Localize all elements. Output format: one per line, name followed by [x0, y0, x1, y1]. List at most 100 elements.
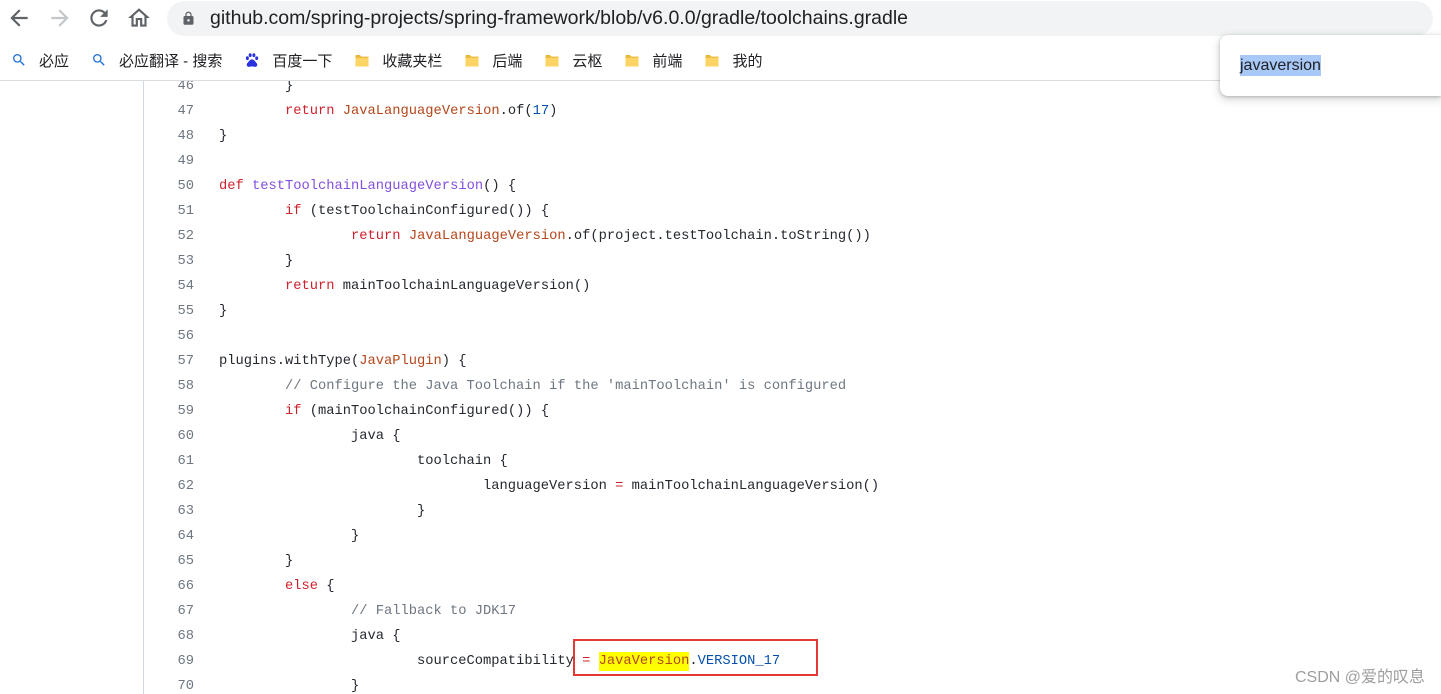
folder-icon [704, 52, 720, 68]
annotation-red-box [573, 639, 818, 676]
code-line: 47 return JavaLanguageVersion.of(17) [0, 99, 1441, 124]
line-code: java { [219, 624, 401, 649]
code-token: (mainToolchainConfigured()) { [301, 404, 550, 419]
reload-icon [86, 5, 112, 31]
code-token: java { [219, 629, 401, 644]
search-icon [91, 52, 107, 68]
folder-icon [624, 52, 640, 68]
code-token: } [219, 529, 360, 544]
back-button[interactable] [5, 4, 33, 32]
code-token: JavaLanguageVersion [342, 104, 500, 119]
bookmark-label: 云枢 [572, 52, 603, 70]
forward-button[interactable] [46, 4, 74, 32]
line-number[interactable]: 53 [143, 249, 194, 274]
code-line: 67 // Fallback to JDK17 [0, 599, 1441, 624]
line-number[interactable]: 66 [143, 574, 194, 599]
line-number[interactable]: 58 [143, 374, 194, 399]
line-number[interactable]: 56 [143, 324, 194, 349]
lock-icon[interactable] [181, 11, 196, 26]
code-token: } [219, 504, 426, 519]
bookmark-label: 百度一下 [272, 52, 333, 70]
code-line: 65 } [0, 549, 1441, 574]
address-bar[interactable]: github.com/spring-projects/spring-framew… [167, 1, 1433, 36]
line-code: return JavaLanguageVersion.of(project.te… [219, 224, 871, 249]
bookmark-item[interactable]: 后端 [464, 46, 522, 74]
line-code: toolchain { [219, 449, 508, 474]
code-token: } [219, 554, 294, 569]
code-token: } [219, 81, 294, 94]
folder-icon [464, 52, 480, 68]
line-number[interactable]: 47 [143, 99, 194, 124]
code-token: sourceCompatibility [219, 654, 583, 669]
code-line: 57 plugins.withType(JavaPlugin) { [0, 349, 1441, 374]
bookmark-label: 收藏夹栏 [382, 52, 443, 70]
line-code: } [219, 549, 293, 574]
code-line: 54 return mainToolchainLanguageVersion() [0, 274, 1441, 299]
line-code: } [219, 524, 359, 549]
folder-icon [354, 52, 370, 68]
line-code: // Fallback to JDK17 [219, 599, 516, 624]
code-line: 48} [0, 124, 1441, 149]
line-code: if (testToolchainConfigured()) { [219, 199, 549, 224]
line-number[interactable]: 59 [143, 399, 194, 424]
reload-button[interactable] [85, 4, 113, 32]
url-text[interactable]: github.com/spring-projects/spring-framew… [210, 1, 908, 36]
line-number[interactable]: 64 [143, 524, 194, 549]
line-code: } [219, 499, 425, 524]
line-number[interactable]: 61 [143, 449, 194, 474]
line-code: } [219, 299, 227, 324]
bookmark-item[interactable]: 我的 [704, 46, 762, 74]
line-number[interactable]: 70 [143, 674, 194, 694]
code-line: 60 java { [0, 424, 1441, 449]
browser-toolbar: github.com/spring-projects/spring-framew… [0, 0, 1441, 38]
line-number[interactable]: 48 [143, 124, 194, 149]
code-token: // Configure the Java Toolchain if the '… [285, 379, 847, 394]
line-number[interactable]: 62 [143, 474, 194, 499]
code-token: else [285, 579, 319, 594]
code-token: } [219, 129, 228, 144]
line-number[interactable]: 50 [143, 174, 194, 199]
code-token: { [318, 579, 335, 594]
bookmark-item[interactable]: 收藏夹栏 [354, 46, 442, 74]
line-code: if (mainToolchainConfigured()) { [219, 399, 549, 424]
line-number[interactable]: 68 [143, 624, 194, 649]
line-number[interactable]: 55 [143, 299, 194, 324]
line-code: plugins.withType(JavaPlugin) { [219, 349, 467, 374]
bookmark-label: 后端 [492, 52, 523, 70]
bookmark-item[interactable]: 百度一下 [244, 46, 332, 74]
bookmark-item[interactable]: 必应 [11, 46, 69, 74]
code-token: } [219, 304, 228, 319]
line-number[interactable]: 63 [143, 499, 194, 524]
line-number[interactable]: 49 [143, 149, 194, 174]
line-number[interactable]: 57 [143, 349, 194, 374]
search-icon [11, 52, 27, 68]
find-input[interactable]: javaversion [1240, 35, 1321, 96]
code-token: 17 [532, 104, 550, 119]
bookmark-item[interactable]: 前端 [624, 46, 682, 74]
bookmark-item[interactable]: 必应翻译 - 搜索 [91, 46, 222, 74]
line-number[interactable]: 54 [143, 274, 194, 299]
bookmark-label: 必应 [39, 52, 70, 70]
line-number[interactable]: 69 [143, 649, 194, 674]
bookmark-item[interactable]: 云枢 [544, 46, 602, 74]
code-line: 66 else { [0, 574, 1441, 599]
code-line: 55} [0, 299, 1441, 324]
line-number[interactable]: 65 [143, 549, 194, 574]
bookmark-label: 我的 [732, 52, 763, 70]
code-token: if [285, 404, 302, 419]
line-number[interactable]: 67 [143, 599, 194, 624]
bookmark-label: 必应翻译 - 搜索 [119, 52, 223, 70]
line-number[interactable]: 51 [143, 199, 194, 224]
line-code: languageVersion = mainToolchainLanguageV… [219, 474, 879, 499]
line-number[interactable]: 60 [143, 424, 194, 449]
line-number[interactable]: 52 [143, 224, 194, 249]
code-token: () { [483, 179, 517, 194]
folder-icon [544, 52, 560, 68]
home-button[interactable] [125, 4, 153, 32]
line-number[interactable]: 46 [143, 81, 194, 99]
